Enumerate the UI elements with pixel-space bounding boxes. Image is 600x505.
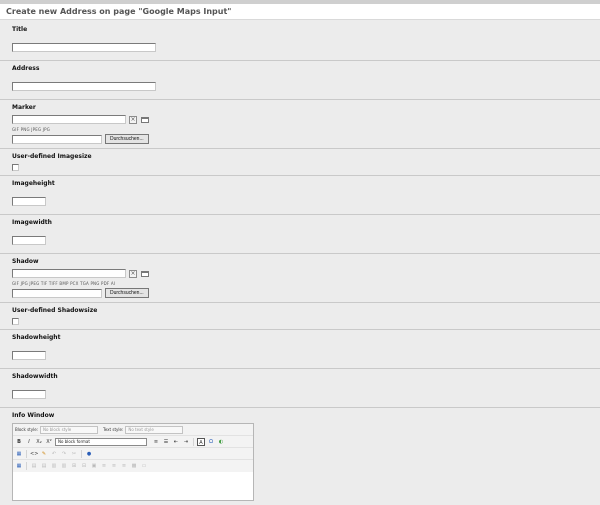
address-input[interactable]: [12, 82, 156, 91]
clear-icon[interactable]: ×: [129, 269, 137, 278]
toolbar-divider: [26, 449, 27, 458]
user-shadowsize-checkbox[interactable]: [12, 318, 19, 325]
row-delete-icon[interactable]: ▤: [40, 462, 48, 470]
shadow-input[interactable]: [12, 269, 126, 278]
block-style-select[interactable]: No block style: [40, 425, 99, 434]
title-label: Title: [12, 26, 28, 33]
text-style-label: Text style:: [103, 427, 124, 432]
imagewidth-input[interactable]: [12, 236, 46, 245]
address-label: Address: [12, 65, 40, 72]
rich-text-editor: Block style: No block style Text style: …: [12, 423, 254, 501]
align-center-icon[interactable]: ≡: [110, 462, 118, 470]
user-shadowsize-label: User-defined Shadowsize: [12, 307, 98, 314]
folder-icon[interactable]: [141, 270, 149, 277]
row-insert-icon[interactable]: ▤: [30, 462, 38, 470]
shadow-select-group: ×: [12, 269, 600, 278]
image-icon[interactable]: ▩: [130, 462, 138, 470]
imageheight-label: Imageheight: [12, 180, 55, 187]
user-imagesize-label: User-defined Imagesize: [12, 153, 92, 160]
toolbar-divider: [81, 449, 82, 458]
shadowheight-label: Shadowheight: [12, 334, 61, 341]
editor-table-bar: ▦ ▤ ▤ ▥ ▥ ⊞ ⊟ ▣ ≡ ≡ ≡ ▩ ▭: [13, 460, 253, 472]
marker-file-input[interactable]: [12, 134, 102, 144]
special-char-icon[interactable]: Ω: [207, 438, 215, 446]
undo-icon[interactable]: ↶: [50, 450, 58, 458]
subscript-icon[interactable]: X₂: [35, 438, 43, 446]
spellcheck-icon[interactable]: ◐: [217, 438, 225, 446]
title-row: Title: [0, 20, 600, 61]
marker-select-group: ×: [12, 115, 600, 124]
block-style-label: Block style:: [15, 427, 39, 432]
toolbar-divider: [193, 437, 194, 446]
help-icon[interactable]: ●: [85, 450, 93, 458]
marker-browse-button[interactable]: Durchsuchen...: [105, 134, 149, 144]
user-shadowsize-row: User-defined Shadowsize: [0, 303, 600, 330]
info-window-row: Info Window Block style: No block style …: [0, 408, 600, 505]
shadowwidth-label: Shadowwidth: [12, 373, 58, 380]
redo-icon[interactable]: ↷: [60, 450, 68, 458]
page: Create new Address on page "Google Maps …: [0, 0, 600, 505]
address-row: Address: [0, 61, 600, 100]
marker-upload-group: Durchsuchen...: [12, 134, 600, 144]
shadowwidth-input[interactable]: [12, 390, 46, 399]
address-form: Title Address Marker × GIF PNG JPEG JPG …: [0, 20, 600, 505]
shadowwidth-row: Shadowwidth: [0, 369, 600, 408]
info-window-label: Info Window: [12, 412, 55, 419]
user-imagesize-row: User-defined Imagesize: [0, 149, 600, 176]
superscript-icon[interactable]: X²: [45, 438, 53, 446]
shadow-browse-button[interactable]: Durchsuchen...: [105, 288, 149, 298]
shadow-row: Shadow × GIF JPG JPEG TIF TIFF BMP PCX T…: [0, 254, 600, 303]
source-icon[interactable]: <>: [30, 450, 38, 458]
text-color-icon[interactable]: A: [197, 437, 205, 446]
italic-icon[interactable]: I: [25, 438, 33, 446]
clear-icon[interactable]: ×: [129, 115, 137, 124]
col-insert-icon[interactable]: ▥: [50, 462, 58, 470]
marker-input[interactable]: [12, 115, 126, 124]
bold-icon[interactable]: B: [15, 438, 23, 446]
shadow-upload-group: Durchsuchen...: [12, 288, 600, 298]
folder-icon[interactable]: [141, 116, 149, 123]
shadowheight-input[interactable]: [12, 351, 46, 360]
marker-file-types: GIF PNG JPEG JPG: [12, 127, 51, 132]
text-style-select[interactable]: No text style: [125, 425, 184, 434]
cut-icon[interactable]: ✂: [70, 450, 78, 458]
merge-cells-icon[interactable]: ⊞: [70, 462, 78, 470]
cell-props-icon[interactable]: ▣: [90, 462, 98, 470]
marker-row: Marker × GIF PNG JPEG JPG Durchsuchen...: [0, 100, 600, 149]
block-format-select[interactable]: No block format: [55, 437, 147, 446]
imagewidth-row: Imagewidth: [0, 215, 600, 254]
outdent-icon[interactable]: ⇤: [172, 438, 180, 446]
title-input[interactable]: [12, 43, 156, 52]
shadowheight-row: Shadowheight: [0, 330, 600, 369]
shadow-file-input[interactable]: [12, 288, 102, 298]
indent-icon[interactable]: ⇥: [182, 438, 190, 446]
page-title: Create new Address on page "Google Maps …: [0, 4, 600, 20]
unordered-list-icon[interactable]: ☰: [162, 438, 170, 446]
table-props-icon[interactable]: ▦: [15, 462, 23, 470]
user-imagesize-checkbox[interactable]: [12, 164, 19, 171]
editor-insert-bar: ▦ <> ✎ ↶ ↷ ✂ ●: [13, 448, 253, 460]
shadow-file-types: GIF JPG JPEG TIF TIFF BMP PCX TGA PNG PD…: [12, 281, 116, 286]
imageheight-input[interactable]: [12, 197, 46, 206]
col-delete-icon[interactable]: ▥: [60, 462, 68, 470]
marker-label: Marker: [12, 104, 36, 111]
align-right-icon[interactable]: ≡: [120, 462, 128, 470]
editor-format-bar: B I X₂ X² No block format ≡ ☰ ⇤ ⇥ A Ω ◐: [13, 436, 253, 448]
shadow-label: Shadow: [12, 258, 39, 265]
editor-style-bar: Block style: No block style Text style: …: [13, 424, 253, 436]
split-cells-icon[interactable]: ⊟: [80, 462, 88, 470]
hr-icon[interactable]: ▭: [140, 462, 148, 470]
link-icon[interactable]: ✎: [40, 450, 48, 458]
imagewidth-label: Imagewidth: [12, 219, 52, 226]
ordered-list-icon[interactable]: ≡: [152, 438, 160, 446]
align-left-icon[interactable]: ≡: [100, 462, 108, 470]
toolbar-divider: [26, 462, 27, 470]
table-icon[interactable]: ▦: [15, 450, 23, 458]
imageheight-row: Imageheight: [0, 176, 600, 215]
